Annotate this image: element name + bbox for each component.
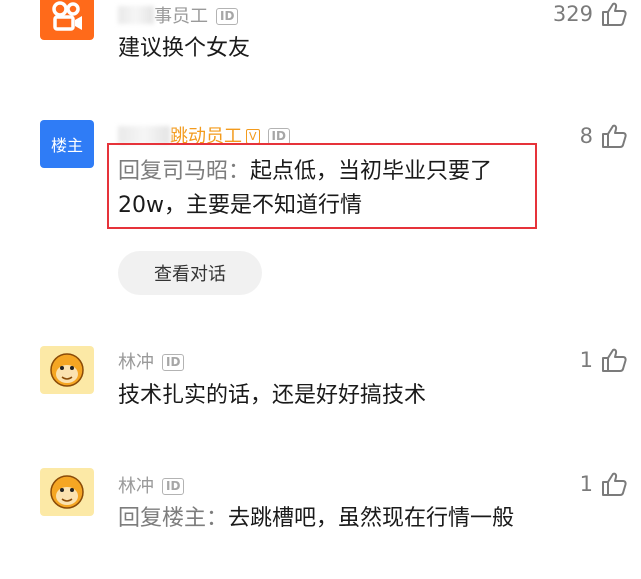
monkey-face-icon [50,475,84,509]
avatar-monkey[interactable] [40,468,94,516]
like-button[interactable]: 1 [580,472,627,496]
kuaishou-logo-icon [52,1,82,31]
id-badge: ID [216,8,239,25]
highlight-box [107,143,537,229]
avatar-kuaishou[interactable] [40,0,94,40]
like-count: 1 [579,348,593,372]
thumbs-up-icon [602,472,627,496]
verified-badge: V [246,129,260,144]
avatar-monkey[interactable] [40,346,94,394]
like-count: 329 [552,2,593,26]
id-badge: ID [162,354,185,371]
comment-text: 回复楼主：去跳槽吧，虽然现在行情一般 [118,502,538,536]
comment-author[interactable]: 事员工 ID [118,2,239,28]
like-button[interactable]: 329 [553,2,627,26]
reply-body: 去跳槽吧，虽然现在行情一般 [228,506,515,531]
owner-label: 楼主 [50,136,83,155]
monkey-face-icon [50,353,84,387]
reply-prefix[interactable]: 回复楼主： [118,506,228,531]
like-button[interactable]: 1 [580,348,627,372]
comment-text: 建议换个女友 [118,36,251,61]
view-conversation-button[interactable]: 查看对话 [118,251,262,295]
id-badge: ID [162,478,185,495]
thumbs-up-icon [602,2,627,26]
like-count: 1 [579,472,593,496]
avatar-owner[interactable]: 楼主 [40,120,94,168]
comment-author[interactable]: 林冲 ID [118,472,185,498]
like-count: 8 [579,124,593,148]
blurred-name [118,6,154,24]
thumbs-up-icon [602,348,627,372]
blurred-name [118,126,170,144]
thumbs-up-icon [602,124,627,148]
like-button[interactable]: 8 [580,124,627,148]
comment-text: 技术扎实的话，还是好好搞技术 [118,383,427,408]
comment-author[interactable]: 林冲 ID [118,348,185,374]
